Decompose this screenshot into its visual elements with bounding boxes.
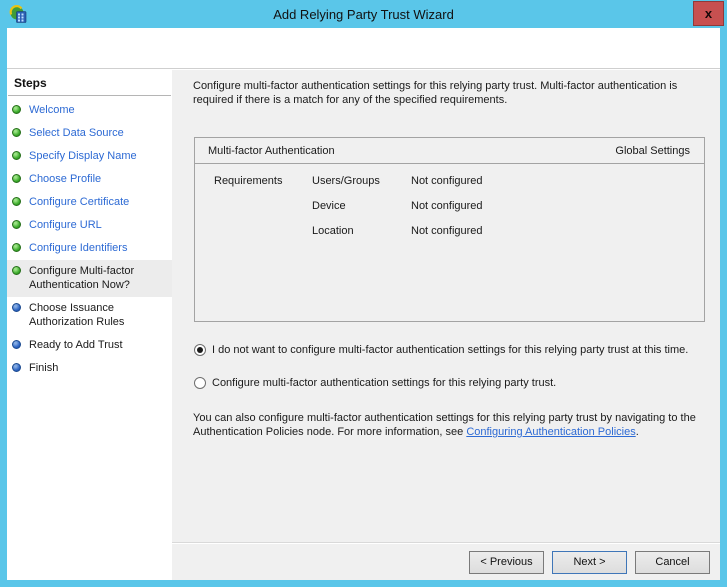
previous-button[interactable]: < Previous [469, 551, 544, 574]
steps-sidebar: Steps Welcome Select Data Source Specify… [7, 70, 172, 580]
mfa-table-title: Multi-factor Authentication [208, 145, 335, 157]
sidebar-step-configure-mfa-now[interactable]: Configure Multi-factor Authentication No… [7, 260, 172, 297]
requirement-value: Not configured [411, 225, 704, 237]
step-done-icon [12, 197, 21, 206]
requirement-name: Users/Groups [312, 175, 411, 187]
requirement-name: Location [312, 225, 411, 237]
radio-label: I do not want to configure multi-factor … [212, 344, 688, 357]
step-upcoming-icon [12, 303, 21, 312]
steps-list: Welcome Select Data Source Specify Displ… [7, 96, 172, 380]
step-done-icon [12, 151, 21, 160]
step-done-icon [12, 174, 21, 183]
footnote: You can also configure multi-factor auth… [193, 411, 709, 439]
close-button[interactable]: x [693, 1, 724, 26]
requirement-value: Not configured [411, 175, 704, 187]
sidebar-step-choose-profile[interactable]: Choose Profile [7, 168, 172, 191]
close-icon: x [705, 6, 712, 21]
table-row-users-groups: Requirements Users/Groups Not configured [195, 175, 704, 200]
footnote-period: . [636, 426, 639, 438]
sidebar-step-ready-to-add-trust: Ready to Add Trust [7, 334, 172, 357]
sidebar-step-select-data-source[interactable]: Select Data Source [7, 122, 172, 145]
mfa-settings-table: Multi-factor Authentication Global Setti… [194, 137, 705, 322]
radio-selected-icon[interactable] [194, 344, 206, 356]
requirement-value: Not configured [411, 200, 704, 212]
sidebar-step-welcome[interactable]: Welcome [7, 99, 172, 122]
table-row-location: Location Not configured [195, 225, 704, 250]
titlebar: Add Relying Party Trust Wizard x [0, 0, 727, 28]
button-bar: < Previous Next > Cancel [172, 543, 720, 580]
radio-option-configure-mfa[interactable]: Configure multi-factor authentication se… [194, 377, 556, 390]
table-row-device: Device Not configured [195, 200, 704, 225]
next-button[interactable]: Next > [552, 551, 627, 574]
cancel-button[interactable]: Cancel [635, 551, 710, 574]
sidebar-step-configure-url[interactable]: Configure URL [7, 214, 172, 237]
step-done-icon [12, 243, 21, 252]
mfa-table-header: Multi-factor Authentication Global Setti… [195, 138, 704, 164]
requirements-label: Requirements [214, 175, 312, 187]
step-done-icon [12, 128, 21, 137]
content-panel: Configure multi-factor authentication se… [172, 70, 720, 580]
step-upcoming-icon [12, 340, 21, 349]
mfa-table-body: Requirements Users/Groups Not configured… [195, 164, 704, 250]
add-relying-party-trust-wizard-window: { "window": { "title": "Add Relying Part… [0, 0, 727, 587]
radio-unselected-icon[interactable] [194, 377, 206, 389]
step-current-icon [12, 266, 21, 275]
radio-label: Configure multi-factor authentication se… [212, 377, 556, 390]
sidebar-step-configure-certificate[interactable]: Configure Certificate [7, 191, 172, 214]
step-done-icon [12, 220, 21, 229]
mfa-intro-text: Configure multi-factor authentication se… [193, 79, 705, 107]
steps-header: Steps [8, 70, 171, 96]
configuring-authentication-policies-link[interactable]: Configuring Authentication Policies [466, 426, 635, 438]
wizard-header-strip [7, 28, 720, 69]
sidebar-step-specify-display-name[interactable]: Specify Display Name [7, 145, 172, 168]
step-upcoming-icon [12, 363, 21, 372]
sidebar-step-configure-identifiers[interactable]: Configure Identifiers [7, 237, 172, 260]
sidebar-step-finish: Finish [7, 357, 172, 380]
window-title: Add Relying Party Trust Wizard [0, 7, 727, 22]
global-settings-label: Global Settings [615, 145, 690, 157]
step-done-icon [12, 105, 21, 114]
wizard-dialog: Steps Welcome Select Data Source Specify… [7, 28, 720, 580]
sidebar-step-choose-issuance-authorization-rules: Choose Issuance Authorization Rules [7, 297, 172, 334]
requirement-name: Device [312, 200, 411, 212]
radio-option-do-not-configure-mfa[interactable]: I do not want to configure multi-factor … [194, 344, 688, 357]
